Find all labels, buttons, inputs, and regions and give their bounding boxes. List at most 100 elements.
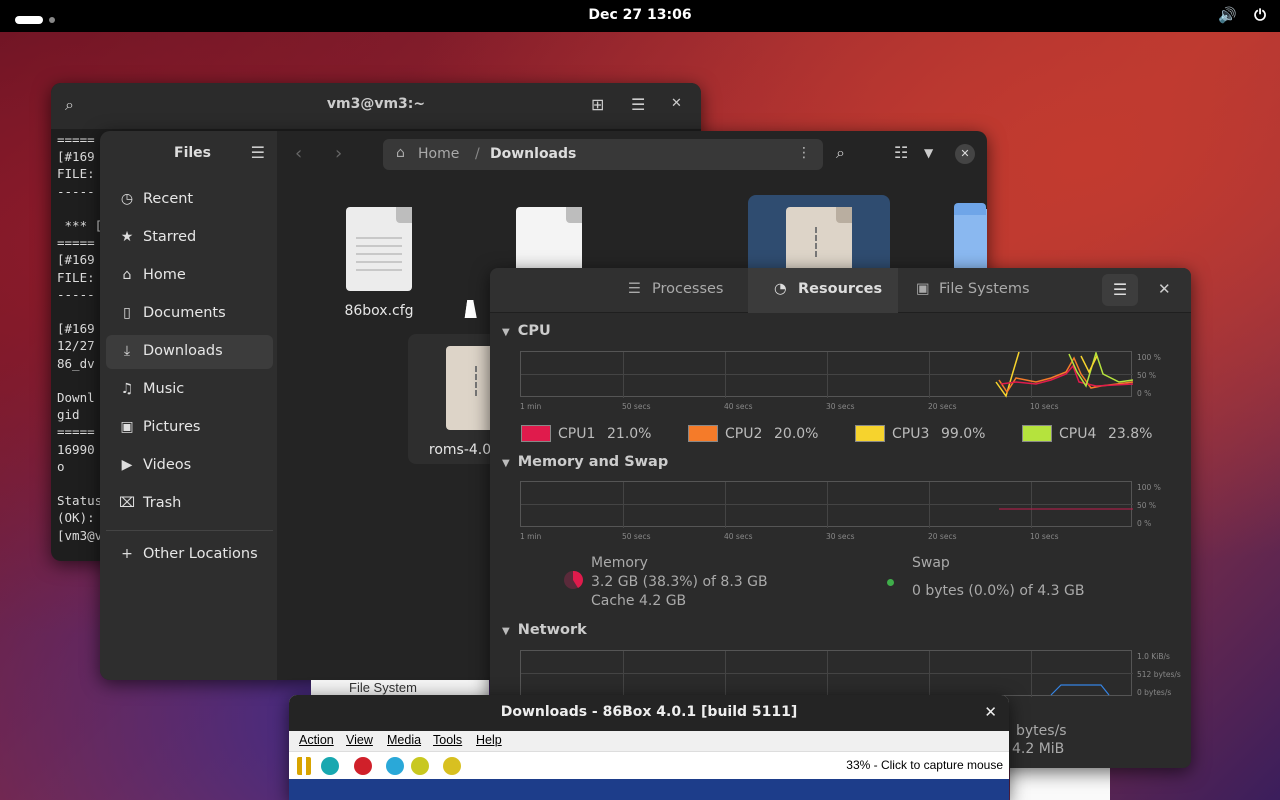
network-received: bytes/s <box>1016 723 1067 739</box>
clock[interactable]: Dec 27 13:06 <box>0 7 1280 23</box>
cpu-section-header[interactable]: ▼ CPU <box>502 323 551 339</box>
gauge-icon: ◔ <box>774 281 787 297</box>
hard-reset-icon[interactable] <box>411 757 429 775</box>
sidebar-item-label: Documents <box>143 305 226 321</box>
y-tick-label: 0 % <box>1137 389 1152 398</box>
sidebar-item-music[interactable]: ♫ Music <box>106 373 273 407</box>
starred-icon: ★ <box>120 229 134 245</box>
y-tick-label: 50 % <box>1137 371 1157 380</box>
x-tick-label: 1 min <box>520 532 542 541</box>
system-monitor-window[interactable]: ☰ Processes ◔ Resources ▣ File Systems ☰… <box>490 268 1191 768</box>
emulator-screen[interactable] <box>289 779 1009 800</box>
close-icon[interactable]: ✕ <box>955 144 975 164</box>
menu-help[interactable]: Help <box>476 733 502 747</box>
sidebar-item-label: Music <box>143 381 185 397</box>
sidebar-item-videos[interactable]: ▶ Videos <box>106 449 273 483</box>
menu-view[interactable]: View <box>346 733 373 747</box>
chevron-down-icon[interactable]: ▼ <box>924 146 933 160</box>
x-tick-label: 40 secs <box>724 532 753 541</box>
new-tab-icon[interactable]: ⊞ <box>591 95 604 114</box>
x-tick-label: 10 secs <box>1030 532 1059 541</box>
sidebar-item-label: Recent <box>143 191 194 207</box>
more-options-icon[interactable]: ⋮ <box>797 145 811 161</box>
close-icon[interactable]: ✕ <box>984 703 997 721</box>
cpu-color-swatch[interactable] <box>1022 425 1052 442</box>
hamburger-menu-icon[interactable]: ☰ <box>251 143 265 162</box>
y-tick-label: 1.0 KiB/s <box>1137 652 1170 661</box>
list-icon: ☰ <box>628 281 641 297</box>
y-tick-label: 0 bytes/s <box>1137 688 1172 697</box>
path-current[interactable]: Downloads <box>490 146 576 162</box>
path-home[interactable]: Home <box>418 146 459 162</box>
y-tick-label: 512 bytes/s <box>1137 670 1181 679</box>
cpu-color-swatch[interactable] <box>688 425 718 442</box>
cpu-name: CPU2 <box>725 426 763 442</box>
cpu-name: CPU4 <box>1059 426 1097 442</box>
system-tray[interactable]: 🔊 ⏻ <box>1206 6 1266 24</box>
home-icon: ⌂ <box>122 267 132 283</box>
menu-action[interactable]: Action <box>299 733 334 747</box>
tab-processes[interactable]: ☰ Processes <box>614 268 748 313</box>
top-bar: Dec 27 13:06 🔊 ⏻ <box>0 0 1280 32</box>
home-icon: ⌂ <box>396 145 405 161</box>
cpu-color-swatch[interactable] <box>521 425 551 442</box>
back-arrow-icon[interactable]: ‹ <box>295 143 302 164</box>
hamburger-menu-icon[interactable]: ☰ <box>1102 274 1138 306</box>
swap-value: 0 bytes (0.0%) of 4.3 GB <box>912 583 1085 599</box>
y-tick-label: 100 % <box>1137 353 1161 362</box>
swap-label: Swap <box>912 555 950 571</box>
power-icon[interactable] <box>354 757 372 775</box>
cpu-plot <box>995 352 1133 398</box>
sidebar-item-home[interactable]: ⌂ Home <box>106 259 273 293</box>
menu-icon[interactable]: ☰ <box>631 95 645 114</box>
reset-icon[interactable] <box>321 757 339 775</box>
close-icon[interactable]: ✕ <box>1158 280 1171 298</box>
ctrl-alt-del-icon[interactable] <box>443 757 461 775</box>
menu-media[interactable]: Media <box>387 733 421 747</box>
sidebar-item-documents[interactable]: ▯ Documents <box>106 297 273 331</box>
speaker-icon[interactable]: 🔊 <box>1218 6 1237 24</box>
files-sidebar: Files ☰ ◷ Recent ★ Starred ⌂ Home ▯ Documents ⤓ D… <box>100 131 277 680</box>
sidebar-item-downloads[interactable]: ⤓ Downloads <box>106 335 273 369</box>
86box-toolbar: 33% - Click to capture mouse <box>289 751 1009 779</box>
swap-indicator <box>887 579 894 586</box>
memory-cache: Cache 4.2 GB <box>591 593 687 609</box>
network-graph <box>520 650 1133 697</box>
recent-icon: ◷ <box>120 191 134 207</box>
y-tick-label: 100 % <box>1137 483 1161 492</box>
sidebar-item-starred[interactable]: ★ Starred <box>106 221 273 255</box>
tab-file-systems[interactable]: ▣ File Systems <box>898 268 1048 313</box>
list-view-icon[interactable]: ☷ <box>894 143 908 162</box>
power-icon[interactable]: ⏻ <box>1254 6 1266 24</box>
sidebar-item-other-locations[interactable]: + Other Locations <box>106 538 273 572</box>
trash-icon: ⌧ <box>119 495 136 511</box>
pictures-icon: ▣ <box>120 419 134 435</box>
text-file-icon <box>346 207 412 291</box>
cpu-name: CPU3 <box>892 426 930 442</box>
settings-icon[interactable] <box>386 757 404 775</box>
music-icon: ♫ <box>120 381 134 397</box>
file-item[interactable]: 86box.cfg <box>308 195 450 325</box>
background-window <box>1010 768 1110 800</box>
pause-icon[interactable] <box>297 757 311 775</box>
86box-window[interactable]: Downloads - 86Box 4.0.1 [build 5111] ✕ A… <box>289 695 1009 800</box>
forward-arrow-icon[interactable]: › <box>335 143 342 164</box>
videos-icon: ▶ <box>121 457 133 473</box>
status-text[interactable]: 33% - Click to capture mouse <box>846 758 1003 772</box>
memory-section-header[interactable]: ▼ Memory and Swap <box>502 454 668 470</box>
tab-resources[interactable]: ◔ Resources <box>748 268 898 313</box>
sidebar-item-pictures[interactable]: ▣ Pictures <box>106 411 273 445</box>
86box-title: Downloads - 86Box 4.0.1 [build 5111] <box>500 704 798 720</box>
memory-pie-icon <box>564 570 583 589</box>
sidebar-item-trash[interactable]: ⌧ Trash <box>106 487 273 521</box>
files-header: ‹ › ⌂ Home / Downloads ⋮ ⌕ ☷ ▼ ✕ <box>277 131 987 177</box>
search-icon[interactable]: ⌕ <box>836 143 845 163</box>
x-tick-label: 50 secs <box>622 532 651 541</box>
sidebar-item-recent[interactable]: ◷ Recent <box>106 183 273 217</box>
close-icon[interactable]: ✕ <box>671 96 682 111</box>
network-section-header[interactable]: ▼ Network <box>502 622 587 638</box>
x-tick-label: 20 secs <box>928 532 957 541</box>
path-bar[interactable]: ⌂ Home / Downloads ⋮ <box>383 139 823 170</box>
cpu-color-swatch[interactable] <box>855 425 885 442</box>
menu-tools[interactable]: Tools <box>433 733 462 747</box>
